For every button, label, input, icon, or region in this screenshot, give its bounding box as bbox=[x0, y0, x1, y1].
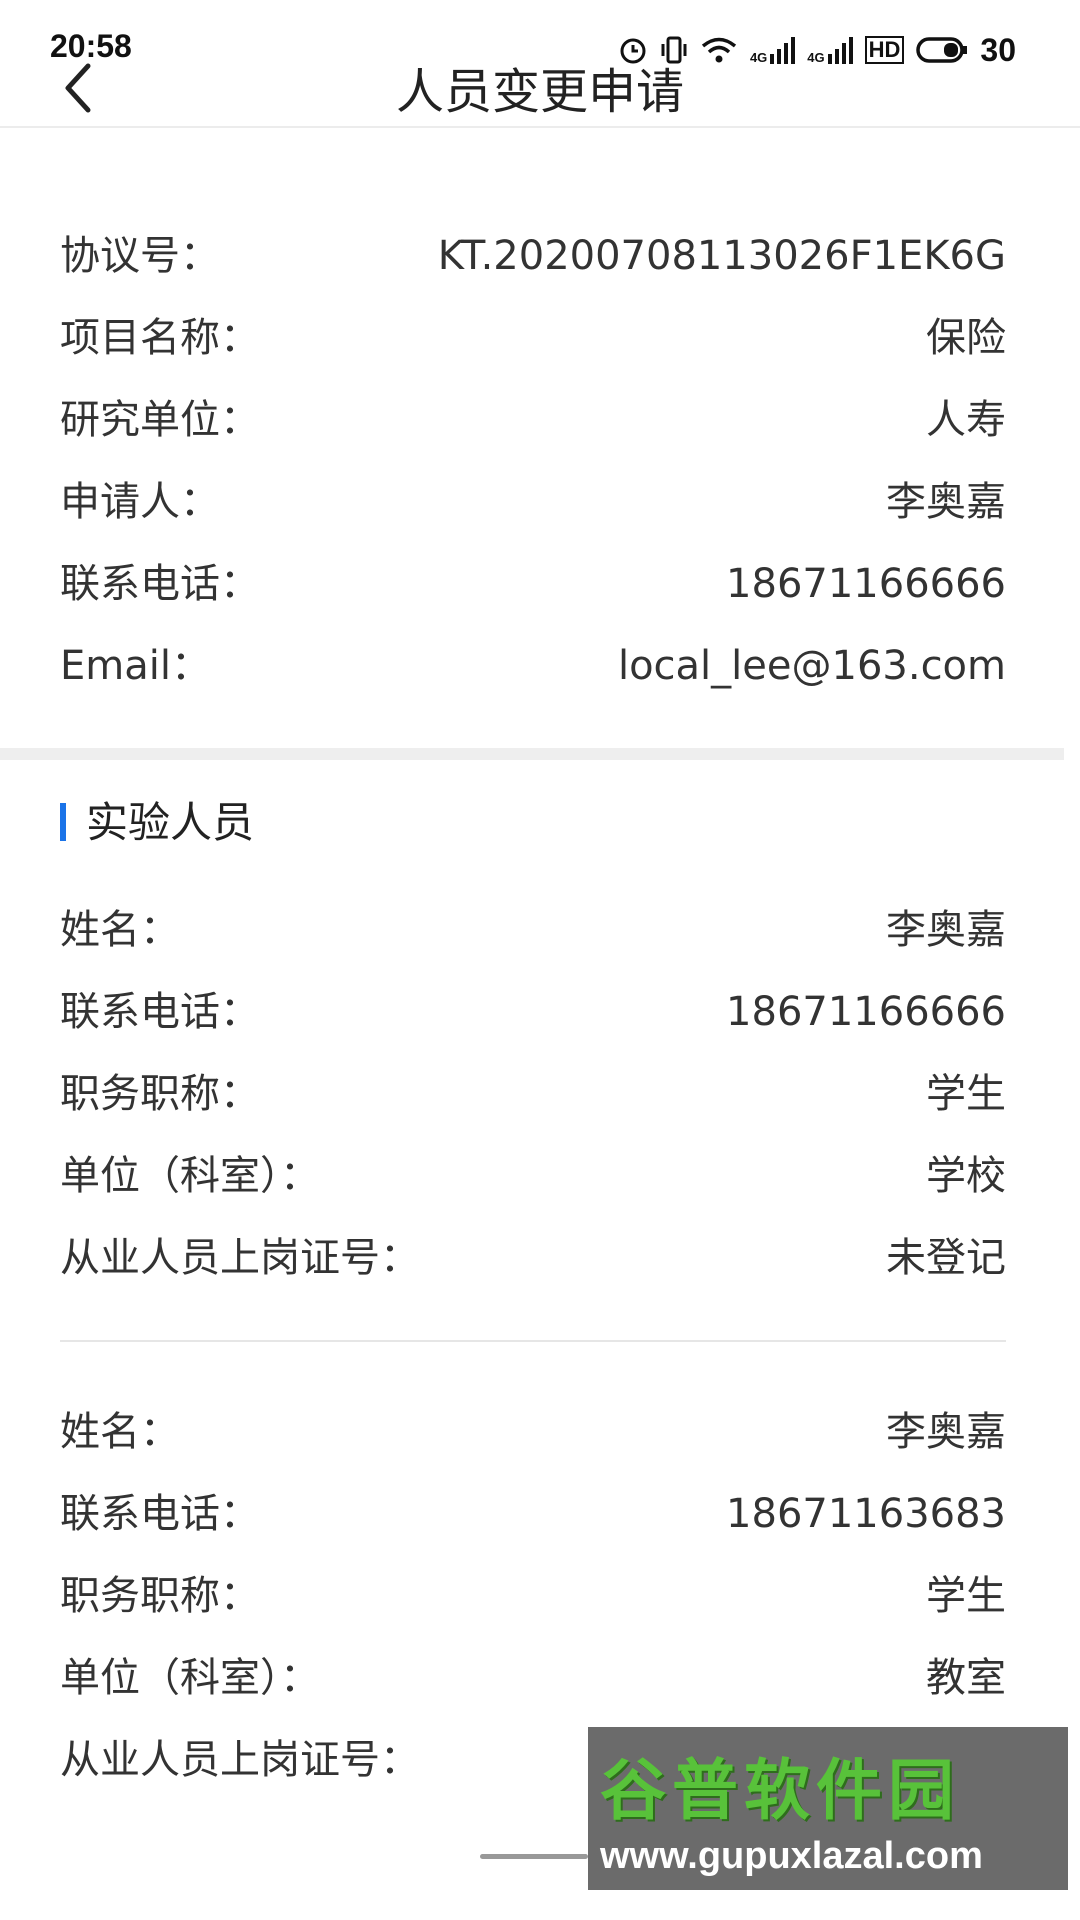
info-value: 保险 bbox=[926, 315, 1006, 361]
nav-bar: 人员变更申请 bbox=[0, 40, 1080, 128]
watermark-logo: 谷普软件园 bbox=[600, 1752, 960, 1829]
person-row: 联系电话： 18671166666 bbox=[0, 971, 1080, 1053]
person-value: 学生 bbox=[926, 1071, 1006, 1117]
info-row: Email： local_lee@163.com bbox=[0, 625, 1080, 707]
info-value: local_lee@163.com bbox=[617, 643, 1006, 689]
person-card: 姓名： 李奥嘉 联系电话： 18671166666 职务职称： 学生 单位（科室… bbox=[0, 889, 1080, 1299]
info-row: 联系电话： 18671166666 bbox=[0, 543, 1080, 625]
section-accent-bar bbox=[60, 803, 66, 841]
person-row: 从业人员上岗证号： 未登记 bbox=[0, 1217, 1080, 1299]
person-separator bbox=[60, 1340, 1006, 1342]
info-value: KT.20200708113026F1EK6G bbox=[437, 233, 1006, 279]
info-value: 18671166666 bbox=[726, 561, 1006, 607]
watermark-url: www.gupuxlazal.com bbox=[600, 1835, 983, 1877]
application-info: 协议号： KT.20200708113026F1EK6G 项目名称： 保险 研究… bbox=[0, 215, 1080, 707]
person-label: 职务职称： bbox=[60, 1573, 260, 1619]
person-row: 单位（科室）： 教室 bbox=[0, 1637, 1080, 1719]
person-label: 联系电话： bbox=[60, 1491, 260, 1537]
person-row: 姓名： 李奥嘉 bbox=[0, 1391, 1080, 1473]
person-label: 姓名： bbox=[60, 907, 180, 953]
section-divider bbox=[0, 748, 1064, 760]
section-header: 实验人员 bbox=[0, 793, 1080, 853]
info-label: 研究单位： bbox=[60, 397, 260, 443]
info-label: 协议号： bbox=[60, 233, 220, 279]
info-value: 人寿 bbox=[926, 397, 1006, 443]
person-label: 联系电话： bbox=[60, 989, 260, 1035]
person-row: 职务职称： 学生 bbox=[0, 1053, 1080, 1135]
person-row: 单位（科室）： 学校 bbox=[0, 1135, 1080, 1217]
info-label: Email： bbox=[60, 643, 211, 689]
info-label: 项目名称： bbox=[60, 315, 260, 361]
watermark: 谷普软件园 www.gupuxlazal.com bbox=[588, 1727, 1068, 1890]
home-indicator[interactable] bbox=[480, 1854, 588, 1859]
person-value: 18671163683 bbox=[726, 1491, 1006, 1537]
person-label: 职务职称： bbox=[60, 1071, 260, 1117]
person-row: 联系电话： 18671163683 bbox=[0, 1473, 1080, 1555]
info-value: 李奥嘉 bbox=[886, 479, 1006, 525]
person-label: 从业人员上岗证号： bbox=[60, 1235, 420, 1281]
person-label: 单位（科室）： bbox=[60, 1153, 320, 1199]
info-row: 申请人： 李奥嘉 bbox=[0, 461, 1080, 543]
person-value: 18671166666 bbox=[726, 989, 1006, 1035]
person-value: 学校 bbox=[926, 1153, 1006, 1199]
person-value: 李奥嘉 bbox=[886, 907, 1006, 953]
info-label: 联系电话： bbox=[60, 561, 260, 607]
person-label: 单位（科室）： bbox=[60, 1655, 320, 1701]
info-row: 协议号： KT.20200708113026F1EK6G bbox=[0, 215, 1080, 297]
person-value: 李奥嘉 bbox=[886, 1409, 1006, 1455]
info-row: 项目名称： 保险 bbox=[0, 297, 1080, 379]
person-value: 教室 bbox=[926, 1655, 1006, 1701]
section-title: 实验人员 bbox=[86, 798, 255, 847]
info-row: 研究单位： 人寿 bbox=[0, 379, 1080, 461]
person-label: 从业人员上岗证号： bbox=[60, 1737, 420, 1783]
page-title: 人员变更申请 bbox=[395, 64, 684, 120]
person-value: 未登记 bbox=[886, 1235, 1006, 1281]
person-label: 姓名： bbox=[60, 1409, 180, 1455]
info-label: 申请人： bbox=[60, 479, 220, 525]
person-value: 学生 bbox=[926, 1573, 1006, 1619]
person-row: 姓名： 李奥嘉 bbox=[0, 889, 1080, 971]
screen: 20:58 4G 4G HD 30 人员变更申请 协议号： KT.2020070… bbox=[0, 0, 1080, 1920]
person-row: 职务职称： 学生 bbox=[0, 1555, 1080, 1637]
